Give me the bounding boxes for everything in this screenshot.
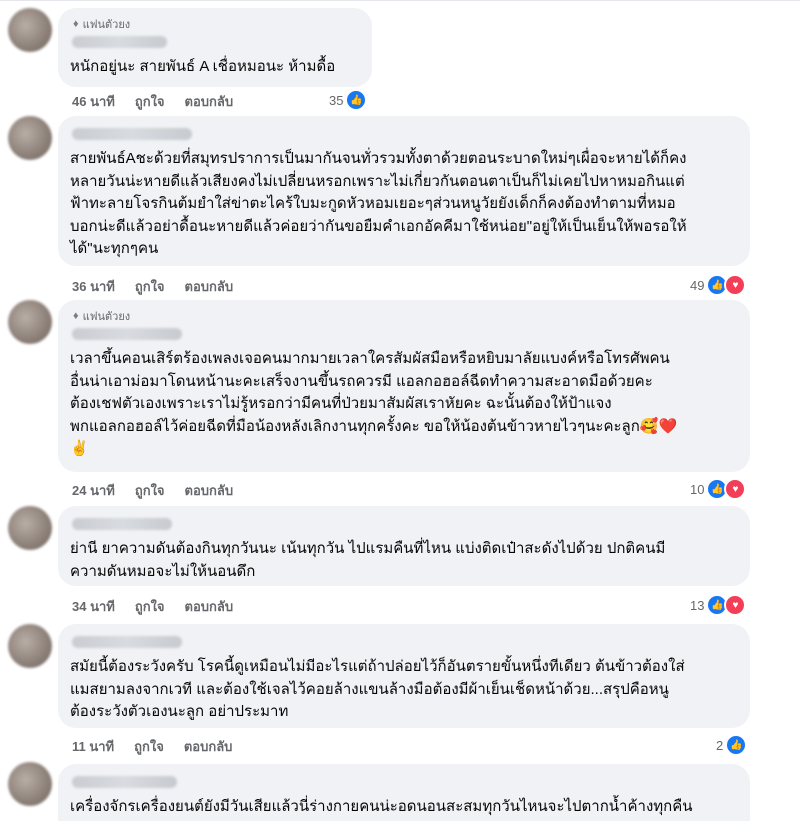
reaction-summary[interactable]: 2 👍 <box>716 734 748 756</box>
reaction-count: 49 <box>690 277 705 293</box>
reaction-count: 35 <box>329 92 344 108</box>
fan-badge-label: แฟนตัวยง <box>82 311 131 323</box>
like-button[interactable]: ถูกใจ <box>135 276 165 297</box>
thumbs-up-icon: 👍 <box>345 89 368 111</box>
avatar[interactable] <box>8 300 52 344</box>
commenter-name[interactable] <box>72 776 177 788</box>
commenter-name[interactable] <box>72 636 182 648</box>
heart-icon: ♥ <box>724 274 747 296</box>
avatar[interactable] <box>8 624 52 668</box>
comment-line: แมสยามลงจากเวที และต้องใช้เจลไว้คอยล้างแ… <box>70 680 669 698</box>
timestamp[interactable]: 24 นาที <box>72 480 115 501</box>
avatar[interactable] <box>8 762 52 806</box>
avatar[interactable] <box>8 116 52 160</box>
comment-actions: 34 นาที ถูกใจ ตอบกลับ <box>72 596 233 617</box>
comment-line: พกแอลกอฮอล์ไว้ค่อยฉีดที่มือน้องหลังเลิกง… <box>70 417 678 435</box>
fan-badge-label: แฟนตัวยง <box>82 19 131 31</box>
comment-line: ✌️ <box>70 440 89 457</box>
timestamp[interactable]: 11 นาที <box>72 736 114 757</box>
reaction-summary[interactable]: 35 👍 <box>329 89 368 111</box>
timestamp[interactable]: 34 นาที <box>72 596 115 617</box>
like-button[interactable]: ถูกใจ <box>135 596 165 617</box>
reply-button[interactable]: ตอบกลับ <box>184 736 233 757</box>
top-divider <box>0 0 800 1</box>
heart-icon: ♥ <box>724 478 747 500</box>
comment-bubble: สมัยนี้ต้องระวังครับ โรคนี้ดูเหมือนไม่มี… <box>58 624 750 728</box>
thumbs-up-icon: 👍 <box>725 734 748 756</box>
commenter-name[interactable] <box>72 518 172 530</box>
timestamp[interactable]: 36 นาที <box>72 276 115 297</box>
heart-icon: ♥ <box>724 594 747 616</box>
reply-button[interactable]: ตอบกลับ <box>185 480 234 501</box>
comment-line: สมัยนี้ต้องระวังครับ โรคนี้ดูเหมือนไม่มี… <box>70 658 685 675</box>
fan-badge: ♦ แฟนตัวยง <box>73 16 360 32</box>
like-button[interactable]: ถูกใจ <box>135 91 165 112</box>
comment-line: ได้"นะทุกๆคน <box>70 240 159 257</box>
like-button[interactable]: ถูกใจ <box>134 736 164 757</box>
comment-line: สายพันธ์Aชะด้วยที่สมุทรปราการเป็นมากันจน… <box>70 150 687 167</box>
comment-text: หนักอยู่นะ สายพันธ์ A เชื่อหมอนะ ห้ามดื้… <box>70 56 360 79</box>
comment-line: อื่นน่าเอาม่อมาโดนหน้านะคะเสร็จงานขึ้นรถ… <box>70 372 653 390</box>
reaction-count: 13 <box>690 597 705 613</box>
comment-text: เครื่องจักรเครื่องยนต์ยังมีวันเสียแล้วนี… <box>70 796 738 819</box>
comment-line: ความดันหมอจะไม่ให้นอนดึก <box>70 562 256 580</box>
comment-bubble: สายพันธ์Aชะด้วยที่สมุทรปราการเป็นมากันจน… <box>58 116 750 266</box>
commenter-name[interactable] <box>72 128 192 140</box>
reply-button[interactable]: ตอบกลับ <box>185 276 234 297</box>
comment-bubble: ♦ แฟนตัวยง หนักอยู่นะ สายพันธ์ A เชื่อหม… <box>58 8 372 87</box>
comment-actions: 11 นาที ถูกใจ ตอบกลับ <box>72 736 232 757</box>
comment-bubble: เครื่องจักรเครื่องยนต์ยังมีวันเสียแล้วนี… <box>58 764 750 821</box>
timestamp[interactable]: 46 นาที <box>72 91 115 112</box>
comment-text: เวลาขึ้นคอนเสิร์ตร้องเพลงเจอคนมากมายเวลา… <box>70 348 738 461</box>
comment-line: หนักอยู่นะ สายพันธ์ A เชื่อหมอนะ ห้ามดื้… <box>70 58 336 75</box>
comment-actions: 24 นาที ถูกใจ ตอบกลับ <box>72 480 233 501</box>
reaction-summary[interactable]: 10 👍 ♥ <box>690 478 747 500</box>
reply-button[interactable]: ตอบกลับ <box>185 91 234 112</box>
commenter-name[interactable] <box>72 36 167 48</box>
comment-actions: 46 นาที ถูกใจ ตอบกลับ <box>72 91 233 112</box>
reaction-summary[interactable]: 49 👍 ♥ <box>690 274 747 296</box>
reply-button[interactable]: ตอบกลับ <box>185 596 234 617</box>
comment-text: ย่านี ยาความดันต้องกินทุกวันนะ เน้นทุกวั… <box>70 538 738 583</box>
comment-text: สมัยนี้ต้องระวังครับ โรคนี้ดูเหมือนไม่มี… <box>70 656 738 724</box>
diamond-icon: ♦ <box>73 310 79 322</box>
comment-line: เวลาขึ้นคอนเสิร์ตร้องเพลงเจอคนมากมายเวลา… <box>70 350 670 367</box>
comment-line: เครื่องจักรเครื่องยนต์ยังมีวันเสียแล้วนี… <box>70 798 693 815</box>
comment-line: ต้องเชฟตัวเองเพราะเราไม่รู้หรอกว่ามีคนที… <box>70 395 612 412</box>
like-button[interactable]: ถูกใจ <box>135 480 165 501</box>
commenter-name[interactable] <box>72 328 182 340</box>
comment-bubble: ♦ แฟนตัวยง เวลาขึ้นคอนเสิร์ตร้องเพลงเจอค… <box>58 300 750 472</box>
comment-line: ย่านี ยาความดันต้องกินทุกวันนะ เน้นทุกวั… <box>70 540 666 557</box>
comment-actions: 36 นาที ถูกใจ ตอบกลับ <box>72 276 233 297</box>
avatar[interactable] <box>8 8 52 52</box>
comment-line: หลายวันน่ะหายดีแล้วเสียงคงไม่เปลี่ยนหรอก… <box>70 172 685 190</box>
diamond-icon: ♦ <box>73 18 79 30</box>
reaction-summary[interactable]: 13 👍 ♥ <box>690 594 747 616</box>
fan-badge: ♦ แฟนตัวยง <box>73 308 738 324</box>
comment-line: บอกน่ะดีแล้วอย่าดื้อนะหายดีแล้วค่อยว่ากั… <box>70 217 687 235</box>
reaction-count: 10 <box>690 481 705 497</box>
avatar[interactable] <box>8 506 52 550</box>
reaction-count: 2 <box>716 737 724 753</box>
comment-line: ต้องระวังตัวเองนะลูก อย่าประมาท <box>70 703 289 720</box>
comment-bubble: ย่านี ยาความดันต้องกินทุกวันนะ เน้นทุกวั… <box>58 506 750 586</box>
comment-text: สายพันธ์Aชะด้วยที่สมุทรปราการเป็นมากันจน… <box>70 148 738 261</box>
comment-line: ฟ้าทะลายโจรกินต้มยำใส่ข่าตะไคร้ใบมะกูดหั… <box>70 195 676 212</box>
